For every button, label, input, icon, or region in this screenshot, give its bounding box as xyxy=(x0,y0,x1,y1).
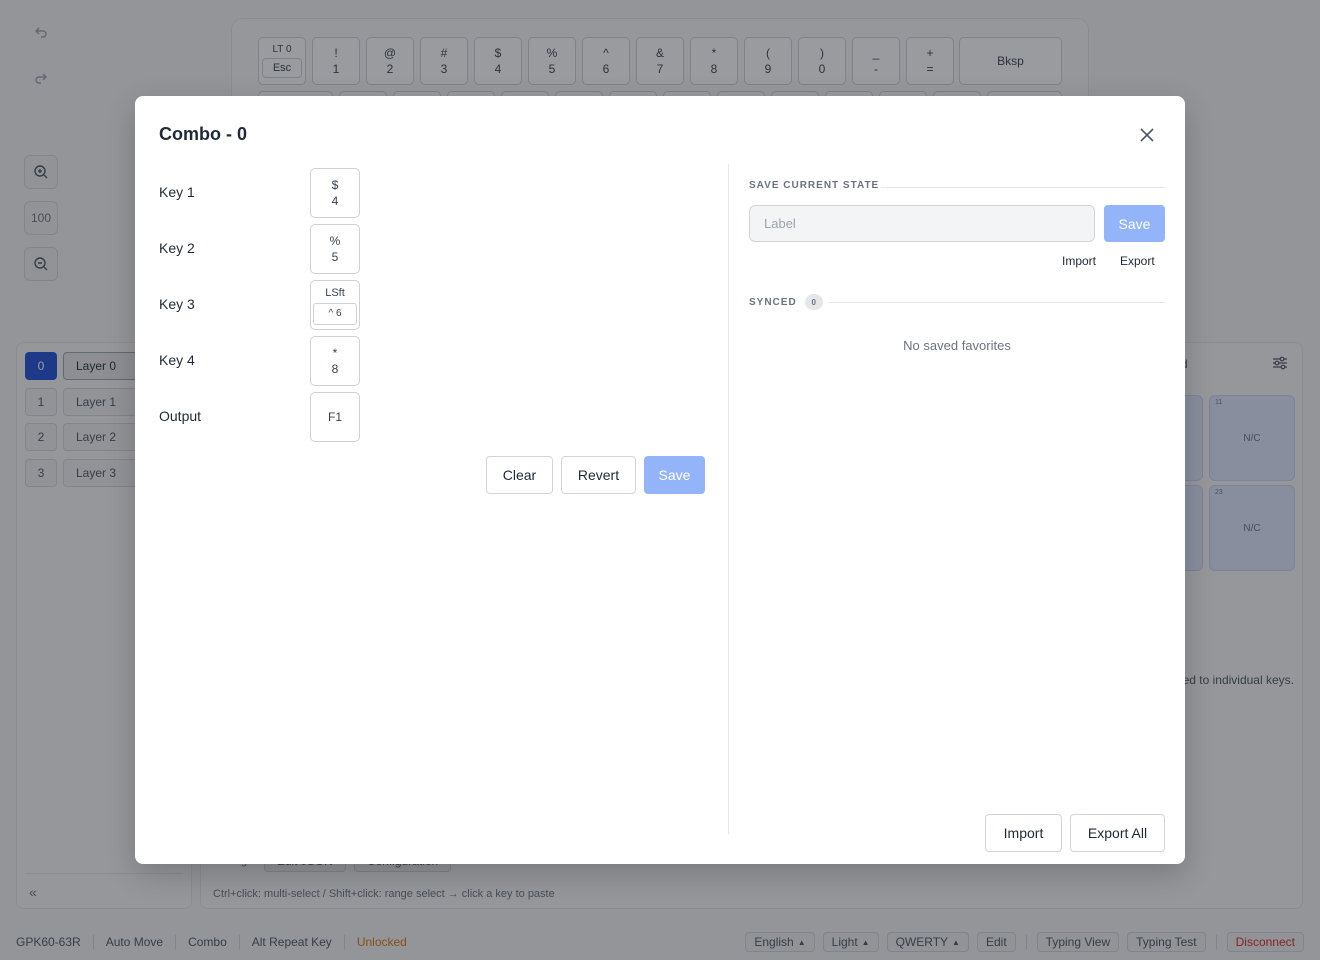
export-link[interactable]: Export xyxy=(1120,254,1155,268)
key-modifier: LSft xyxy=(325,286,345,299)
import-link[interactable]: Import xyxy=(1062,254,1096,268)
key-legend-bottom: 4 xyxy=(331,194,339,208)
import-button[interactable]: Import xyxy=(985,814,1062,852)
key-legend-bottom: 5 xyxy=(331,250,339,264)
combo-row-label: Key 4 xyxy=(159,352,195,368)
key-legend-top: % xyxy=(329,234,341,248)
combo-key-slot[interactable]: F1 xyxy=(310,392,360,442)
divider xyxy=(829,302,1165,303)
combo-key-slot[interactable]: * 8 xyxy=(310,336,360,386)
synced-count-badge: 0 xyxy=(804,294,823,310)
revert-button[interactable]: Revert xyxy=(561,456,636,494)
combo-row-label: Key 1 xyxy=(159,184,195,200)
key-legend-bottom: 8 xyxy=(331,362,339,376)
clear-button[interactable]: Clear xyxy=(486,456,553,494)
synced-heading: SYNCED 0 xyxy=(749,294,823,310)
combo-dialog: Combo - 0 Key 1 $4 Key 2% 5 Key 3 LSft ^ 6 Key … xyxy=(135,96,1185,864)
key-legend-top: * xyxy=(332,346,338,360)
label-input[interactable] xyxy=(749,205,1095,242)
combo-key-slot[interactable]: LSft ^ 6 xyxy=(310,280,360,330)
close-icon[interactable] xyxy=(1136,124,1158,146)
save-button[interactable]: Save xyxy=(644,456,705,494)
combo-key-slot[interactable]: % 5 xyxy=(310,224,360,274)
export-all-button[interactable]: Export All xyxy=(1070,814,1165,852)
key-legend-top: $ xyxy=(331,178,339,192)
key-legend: F1 xyxy=(327,410,342,424)
section-label: SAVE CURRENT STATE xyxy=(749,180,880,191)
divider xyxy=(881,187,1165,188)
empty-favorites-message: No saved favorites xyxy=(903,338,1011,353)
save-state-button[interactable]: Save xyxy=(1104,205,1165,242)
combo-row-label: Key 2 xyxy=(159,240,195,256)
section-label: SYNCED xyxy=(749,296,797,308)
combo-row-label: Output xyxy=(159,408,202,424)
key-tap: ^ 6 xyxy=(313,302,357,325)
combo-row-label: Key 3 xyxy=(159,296,195,312)
dialog-title: Combo - 0 xyxy=(159,124,247,144)
save-state-heading: SAVE CURRENT STATE xyxy=(749,180,879,191)
divider xyxy=(728,164,729,834)
combo-key-slot[interactable]: $4 xyxy=(310,168,360,218)
